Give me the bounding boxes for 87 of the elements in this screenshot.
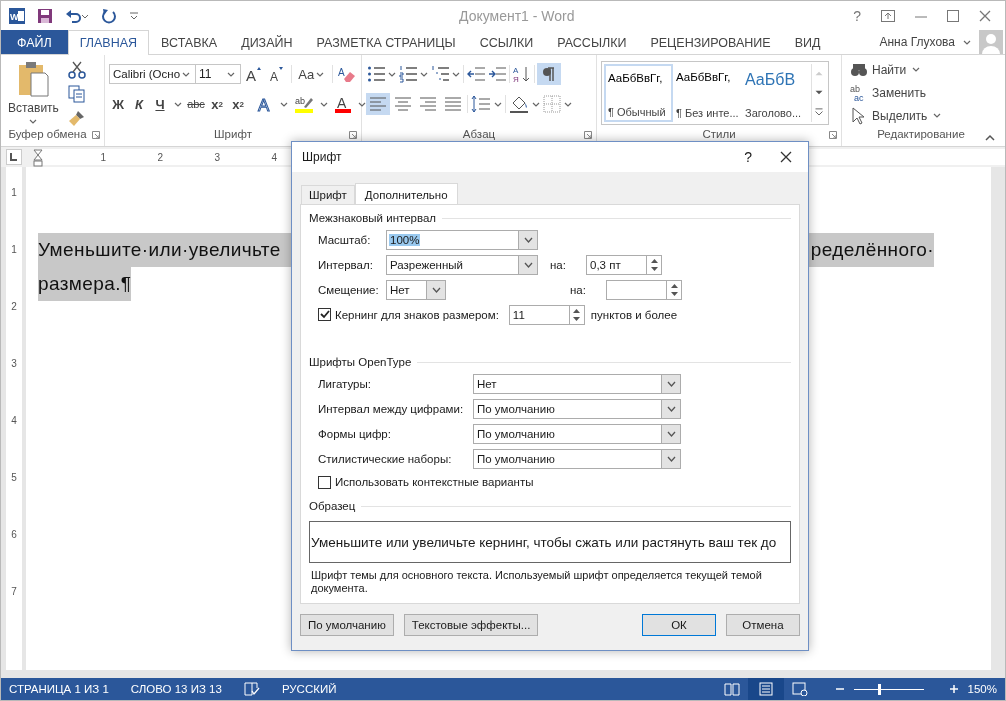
- field-label: Стилистические наборы:: [318, 452, 453, 465]
- ruler-number: 2: [11, 301, 17, 314]
- replace-icon: ab ac: [850, 83, 868, 102]
- field-label: на:: [550, 258, 567, 271]
- ruler-number: 3: [213, 151, 220, 163]
- field-label: Формы цифр:: [318, 427, 392, 440]
- ruler-number: 5: [11, 472, 17, 485]
- field-label: Смещение:: [318, 283, 380, 296]
- preview-note: Шрифт темы для основного текста. Используемый шрифт определяется текущей темой документа.: [310, 568, 763, 595]
- field-label: Интервал:: [318, 258, 374, 271]
- checkbox-label: Кернинг для знаков размером:: [335, 308, 499, 321]
- group-label: Редактирование: [877, 128, 965, 140]
- bold-button[interactable]: Ж: [109, 93, 127, 115]
- field-label: Интервал между цифрами:: [318, 402, 465, 415]
- zoom-level[interactable]: 150%: [967, 683, 997, 695]
- position-dropdown[interactable]: Нет: [386, 279, 446, 300]
- document-text: размера.¶: [38, 267, 132, 301]
- cancel-button[interactable]: Отмена: [726, 614, 800, 636]
- ribbon-tab[interactable]: РАЗМЕТКА СТРАНИЦЫ: [304, 30, 468, 54]
- scale-dropdown[interactable]: 100%: [386, 229, 538, 250]
- checkbox-label: Использовать контекстные варианты: [335, 476, 534, 488]
- ribbon-tab[interactable]: ДИЗАЙН: [229, 30, 305, 54]
- font-size-field[interactable]: 11: [195, 64, 242, 84]
- ribbon-tab[interactable]: ГЛАВНАЯ: [67, 30, 150, 55]
- help-button[interactable]: ?: [853, 7, 861, 24]
- dialog-tab[interactable]: Шрифт: [301, 185, 355, 204]
- dropdown[interactable]: По умолчанию: [473, 448, 681, 469]
- ribbon-tab[interactable]: РАССЫЛКИ: [545, 30, 639, 54]
- ruler-number: 2: [156, 151, 163, 163]
- ruler-number: 1: [99, 151, 106, 163]
- ok-button[interactable]: ОК: [642, 614, 716, 636]
- field-label: на:: [570, 283, 587, 296]
- dialog-title: Шрифт: [302, 150, 343, 164]
- find-button[interactable]: Найти: [850, 59, 996, 80]
- style-item[interactable]: АаБбВвГг, ¶ Без инте...: [673, 64, 742, 122]
- paste-button[interactable]: Вставить: [5, 59, 62, 127]
- ruler-number: 1: [11, 244, 17, 257]
- dropdown[interactable]: По умолчанию: [473, 398, 681, 419]
- word-count[interactable]: СЛОВО 13 ИЗ 13: [130, 683, 222, 695]
- ruler-number: 3: [11, 358, 17, 371]
- ribbon-tab[interactable]: ССЫЛКИ: [467, 30, 546, 54]
- document-text: Уменьшите·или·увеличьте: [38, 238, 281, 262]
- strikethrough-button[interactable]: abc: [187, 93, 205, 115]
- italic-button[interactable]: К: [130, 93, 148, 115]
- dropdown[interactable]: По умолчанию: [473, 423, 681, 444]
- change-case-button[interactable]: Aa: [296, 63, 329, 85]
- ruler-number: 7: [11, 586, 17, 599]
- ruler-number: 4: [11, 415, 17, 428]
- field-label: Лигатуры:: [318, 377, 372, 390]
- file-tab[interactable]: ФАЙЛ: [1, 30, 68, 54]
- ribbon-tab[interactable]: РЕЦЕНЗИРОВАНИЕ: [638, 30, 783, 54]
- ruler-number: 6: [11, 529, 17, 542]
- group-label: Буфер обмена: [8, 128, 87, 140]
- user-name[interactable]: Анна Глухова: [879, 35, 955, 49]
- section-heading: Образец: [309, 500, 356, 512]
- dialog-button[interactable]: Текстовые эффекты...: [403, 614, 539, 636]
- ruler-number: 1: [11, 187, 17, 200]
- spin-field[interactable]: 11: [508, 304, 585, 325]
- superscript-button[interactable]: x$^{2}$: [229, 93, 247, 115]
- language[interactable]: РУССКИЙ: [281, 683, 337, 695]
- text-effects-icon[interactable]: A: [256, 95, 274, 113]
- style-item[interactable]: АаБбВвГг, ¶ Обычный: [604, 64, 673, 122]
- ribbon-tab[interactable]: ВИД: [782, 30, 833, 54]
- font-name-field[interactable]: Calibri (Осно: [109, 64, 197, 84]
- group-label: Шрифт: [214, 128, 252, 140]
- group-label: Абзац: [462, 128, 496, 140]
- style-item[interactable]: АаБбВ Заголово...: [742, 64, 811, 122]
- spacing-dropdown[interactable]: Разреженный: [386, 254, 538, 275]
- page-count[interactable]: СТРАНИЦА 1 ИЗ 1: [9, 683, 109, 695]
- word-logo-icon[interactable]: W: [9, 7, 25, 24]
- help-button[interactable]: ?: [726, 149, 770, 165]
- dialog-button[interactable]: По умолчанию: [300, 614, 394, 636]
- ruler-number: 4: [270, 151, 277, 163]
- select-button[interactable]: Выделить: [850, 105, 996, 126]
- underline-button[interactable]: Ч: [151, 93, 169, 115]
- window-title: Документ1 - Word: [458, 7, 576, 24]
- document-text: ределённого·: [810, 238, 934, 262]
- preview-text: Уменьшите или увеличьте кернинг, чтобы сжать или растянуть ваш тек до: [311, 534, 777, 550]
- dialog-tab[interactable]: Дополнительно: [354, 183, 458, 205]
- field-label: пунктов и более: [590, 308, 678, 321]
- group-label: Стили: [702, 128, 736, 140]
- section-heading: Шрифты OpenType: [309, 356, 412, 368]
- ribbon-tab[interactable]: ВСТАВКА: [149, 30, 230, 54]
- spin-field[interactable]: 0,3 пт: [586, 254, 662, 275]
- field-label: Масштаб:: [318, 233, 372, 246]
- section-heading: Межзнаковый интервал: [309, 212, 437, 224]
- dropdown[interactable]: Нет: [473, 373, 681, 394]
